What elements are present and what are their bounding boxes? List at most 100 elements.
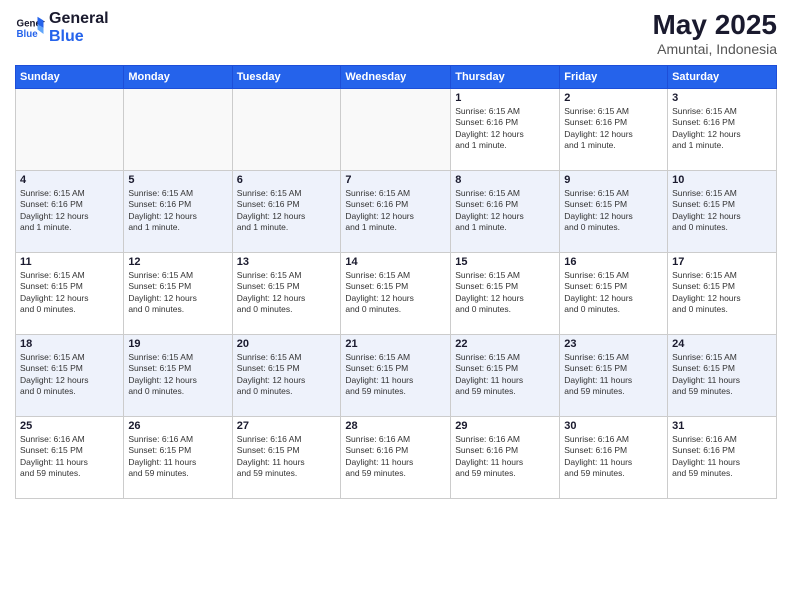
calendar-header-row: Sunday Monday Tuesday Wednesday Thursday… <box>16 65 777 88</box>
table-row: 7Sunrise: 6:15 AM Sunset: 6:16 PM Daylig… <box>341 170 451 252</box>
day-number: 21 <box>345 338 446 350</box>
day-info: Sunrise: 6:15 AM Sunset: 6:16 PM Dayligh… <box>672 106 772 152</box>
calendar-week-row: 25 Sunrise: 6:16 AM Sunset: 6:15 PM Dayli… <box>16 416 777 498</box>
day-number: 12 <box>128 256 227 268</box>
day-info: Sunrise: 6:15 AM Sunset: 6:15 PM Dayligh… <box>20 270 119 316</box>
day-info: Sunrise: 6:16 AM Sunset: 6:15 PM Dayligh… <box>20 434 119 480</box>
day-info: Sunrise: 6:15 AM Sunset: 6:15 PM Dayligh… <box>237 352 337 398</box>
day-number: 29 <box>455 420 555 432</box>
day-info: Sunrise: 6:15 AM Sunset: 6:15 PM Dayligh… <box>564 270 663 316</box>
logo-blue: Blue <box>49 28 109 46</box>
day-number: 24 <box>672 338 772 350</box>
day-number: 16 <box>564 256 663 268</box>
table-row: 23Sunrise: 6:15 AM Sunset: 6:15 PM Dayli… <box>560 334 668 416</box>
day-number: 5 <box>128 174 227 186</box>
table-row: 25 Sunrise: 6:16 AM Sunset: 6:15 PM Dayli… <box>16 416 124 498</box>
table-row: 26Sunrise: 6:16 AM Sunset: 6:15 PM Dayli… <box>124 416 232 498</box>
day-info: Sunrise: 6:15 AM Sunset: 6:16 PM Dayligh… <box>237 188 337 234</box>
day-info: Sunrise: 6:15 AM Sunset: 6:16 PM Dayligh… <box>20 188 119 234</box>
day-info: Sunrise: 6:15 AM Sunset: 6:15 PM Dayligh… <box>128 270 227 316</box>
page-header: General Blue General Blue May 2025 Amunt… <box>15 10 777 57</box>
day-info: Sunrise: 6:15 AM Sunset: 6:16 PM Dayligh… <box>345 188 446 234</box>
day-number: 31 <box>672 420 772 432</box>
calendar-table: Sunday Monday Tuesday Wednesday Thursday… <box>15 65 777 499</box>
table-row <box>124 88 232 170</box>
day-number: 6 <box>237 174 337 186</box>
day-number: 19 <box>128 338 227 350</box>
table-row <box>232 88 341 170</box>
table-row: 17 Sunrise: 6:15 AM Sunset: 6:15 PM Dayli… <box>668 252 777 334</box>
col-monday: Monday <box>124 65 232 88</box>
day-number: 22 <box>455 338 555 350</box>
day-number: 2 <box>564 92 663 104</box>
table-row: 14Sunrise: 6:15 AM Sunset: 6:15 PM Dayli… <box>341 252 451 334</box>
location: Amuntai, Indonesia <box>652 41 777 57</box>
calendar-week-row: 4 Sunrise: 6:15 AM Sunset: 6:16 PM Daylig… <box>16 170 777 252</box>
day-info: Sunrise: 6:15 AM Sunset: 6:16 PM Dayligh… <box>455 188 555 234</box>
day-number: 3 <box>672 92 772 104</box>
table-row: 11 Sunrise: 6:15 AM Sunset: 6:15 PM Dayli… <box>16 252 124 334</box>
day-info: Sunrise: 6:15 AM Sunset: 6:16 PM Dayligh… <box>128 188 227 234</box>
day-number: 20 <box>237 338 337 350</box>
table-row: 20 Sunrise: 6:15 AM Sunset: 6:15 PM Dayli… <box>232 334 341 416</box>
day-info: Sunrise: 6:15 AM Sunset: 6:15 PM Dayligh… <box>20 352 119 398</box>
day-number: 11 <box>20 256 119 268</box>
day-info: Sunrise: 6:15 AM Sunset: 6:16 PM Dayligh… <box>455 106 555 152</box>
table-row <box>16 88 124 170</box>
day-number: 25 <box>20 420 119 432</box>
day-info: Sunrise: 6:15 AM Sunset: 6:15 PM Dayligh… <box>237 270 337 316</box>
day-info: Sunrise: 6:15 AM Sunset: 6:15 PM Dayligh… <box>672 270 772 316</box>
day-number: 17 <box>672 256 772 268</box>
day-info: Sunrise: 6:16 AM Sunset: 6:16 PM Dayligh… <box>345 434 446 480</box>
day-info: Sunrise: 6:15 AM Sunset: 6:16 PM Dayligh… <box>564 106 663 152</box>
day-info: Sunrise: 6:16 AM Sunset: 6:15 PM Dayligh… <box>128 434 227 480</box>
logo-general: General <box>49 10 109 28</box>
table-row: 29 Sunrise: 6:16 AM Sunset: 6:16 PM Dayli… <box>451 416 560 498</box>
table-row: 4 Sunrise: 6:15 AM Sunset: 6:16 PM Daylig… <box>16 170 124 252</box>
day-number: 13 <box>237 256 337 268</box>
calendar-week-row: 11 Sunrise: 6:15 AM Sunset: 6:15 PM Dayli… <box>16 252 777 334</box>
table-row: 2 Sunrise: 6:15 AM Sunset: 6:16 PM Daylig… <box>560 88 668 170</box>
table-row: 27Sunrise: 6:16 AM Sunset: 6:15 PM Dayli… <box>232 416 341 498</box>
table-row: 22 Sunrise: 6:15 AM Sunset: 6:15 PM Dayli… <box>451 334 560 416</box>
table-row: 18 Sunrise: 6:15 AM Sunset: 6:15 PM Dayli… <box>16 334 124 416</box>
day-info: Sunrise: 6:15 AM Sunset: 6:15 PM Dayligh… <box>455 270 555 316</box>
col-friday: Friday <box>560 65 668 88</box>
table-row: 5 Sunrise: 6:15 AM Sunset: 6:16 PM Daylig… <box>124 170 232 252</box>
table-row: 15Sunrise: 6:15 AM Sunset: 6:15 PM Dayli… <box>451 252 560 334</box>
day-number: 10 <box>672 174 772 186</box>
table-row: 3 Sunrise: 6:15 AM Sunset: 6:16 PM Daylig… <box>668 88 777 170</box>
table-row: 16 Sunrise: 6:15 AM Sunset: 6:15 PM Dayli… <box>560 252 668 334</box>
day-info: Sunrise: 6:16 AM Sunset: 6:16 PM Dayligh… <box>564 434 663 480</box>
col-wednesday: Wednesday <box>341 65 451 88</box>
day-info: Sunrise: 6:16 AM Sunset: 6:16 PM Dayligh… <box>455 434 555 480</box>
day-number: 30 <box>564 420 663 432</box>
title-block: May 2025 Amuntai, Indonesia <box>652 10 777 57</box>
table-row: 21 Sunrise: 6:15 AM Sunset: 6:15 PM Dayli… <box>341 334 451 416</box>
table-row <box>341 88 451 170</box>
logo-icon: General Blue <box>15 13 45 43</box>
day-number: 18 <box>20 338 119 350</box>
day-info: Sunrise: 6:15 AM Sunset: 6:15 PM Dayligh… <box>672 352 772 398</box>
day-info: Sunrise: 6:15 AM Sunset: 6:15 PM Dayligh… <box>455 352 555 398</box>
day-info: Sunrise: 6:15 AM Sunset: 6:15 PM Dayligh… <box>128 352 227 398</box>
table-row: 10 Sunrise: 6:15 AM Sunset: 6:15 PM Dayli… <box>668 170 777 252</box>
logo: General Blue General Blue <box>15 10 109 45</box>
calendar-week-row: 1Sunrise: 6:15 AM Sunset: 6:16 PM Daylig… <box>16 88 777 170</box>
page: General Blue General Blue May 2025 Amunt… <box>0 0 792 612</box>
svg-text:Blue: Blue <box>17 29 39 40</box>
day-number: 4 <box>20 174 119 186</box>
day-info: Sunrise: 6:15 AM Sunset: 6:15 PM Dayligh… <box>672 188 772 234</box>
day-number: 9 <box>564 174 663 186</box>
day-info: Sunrise: 6:15 AM Sunset: 6:15 PM Dayligh… <box>564 352 663 398</box>
month-year: May 2025 <box>652 10 777 41</box>
day-number: 28 <box>345 420 446 432</box>
day-info: Sunrise: 6:15 AM Sunset: 6:15 PM Dayligh… <box>345 352 446 398</box>
col-sunday: Sunday <box>16 65 124 88</box>
day-info: Sunrise: 6:15 AM Sunset: 6:15 PM Dayligh… <box>345 270 446 316</box>
table-row: 1Sunrise: 6:15 AM Sunset: 6:16 PM Daylig… <box>451 88 560 170</box>
calendar-week-row: 18 Sunrise: 6:15 AM Sunset: 6:15 PM Dayli… <box>16 334 777 416</box>
table-row: 31Sunrise: 6:16 AM Sunset: 6:16 PM Dayli… <box>668 416 777 498</box>
table-row: 6 Sunrise: 6:15 AM Sunset: 6:16 PM Daylig… <box>232 170 341 252</box>
table-row: 13 Sunrise: 6:15 AM Sunset: 6:15 PM Dayli… <box>232 252 341 334</box>
